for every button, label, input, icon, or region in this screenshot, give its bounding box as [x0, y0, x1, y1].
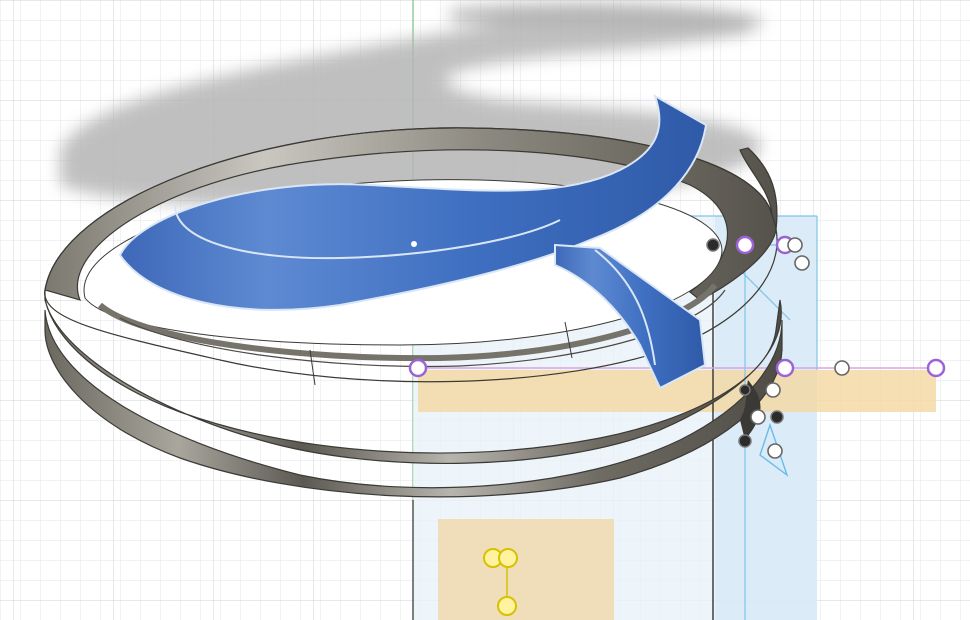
sketch-point-3[interactable]: [834, 360, 850, 376]
sketch-point-2[interactable]: [794, 255, 810, 271]
viewport-canvas[interactable]: [0, 0, 970, 620]
fixed-point-3[interactable]: [770, 410, 784, 424]
constraint-point-4[interactable]: [926, 358, 946, 378]
fixed-point-1[interactable]: [706, 238, 720, 252]
sketch-plane-orange-lower[interactable]: [438, 519, 614, 620]
sketch-point-5[interactable]: [750, 409, 766, 425]
constraint-point-1[interactable]: [735, 235, 755, 255]
constraint-point-3[interactable]: [775, 358, 795, 378]
cad-viewport[interactable]: [0, 0, 970, 620]
sketch-point-4[interactable]: [765, 382, 781, 398]
fixed-point-4[interactable]: [738, 434, 752, 448]
constraint-point-5[interactable]: [408, 358, 428, 378]
fixed-point-2[interactable]: [739, 384, 751, 396]
sketch-point-1[interactable]: [787, 237, 803, 253]
sketch-point-6[interactable]: [767, 443, 783, 459]
